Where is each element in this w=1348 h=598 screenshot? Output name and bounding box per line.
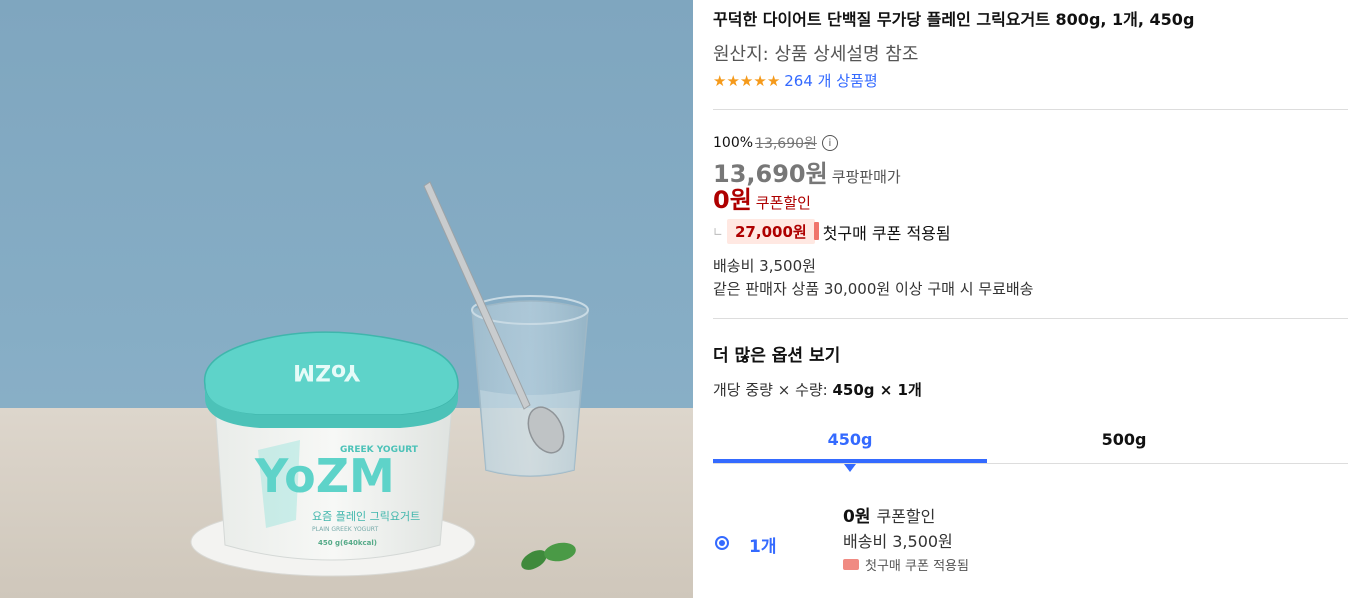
tab-500g[interactable]: 500g	[987, 420, 1261, 463]
divider	[713, 318, 1348, 319]
coupon-tag-icon	[843, 559, 859, 570]
divider	[713, 109, 1348, 110]
tab-450g[interactable]: 450g	[713, 420, 987, 472]
tab-label: 500g	[1101, 430, 1147, 449]
option-label-value: 450g × 1개	[832, 381, 922, 399]
option-price-line: 0원 쿠폰할인	[843, 502, 935, 527]
option-label-prefix: 개당 중량 × 수량:	[713, 381, 833, 399]
original-price: 13,690원	[755, 136, 817, 152]
product-photo: YoZM GREEK YOGURT YoZM 요즘 플레인 그릭요거트 PLAI…	[0, 181, 693, 598]
sale-price-label: 쿠팡판매가	[831, 168, 901, 186]
discount-line: 100% 13,690원 i	[713, 133, 838, 153]
tab-label: 450g	[827, 430, 873, 449]
caret-down-icon	[844, 464, 856, 472]
info-icon[interactable]: i	[821, 135, 838, 151]
yogurt-container: YoZM GREEK YOGURT YoZM 요즘 플레인 그릭요거트 PLAI…	[203, 331, 459, 561]
option-radio[interactable]	[715, 536, 729, 550]
brand-logo-text: YoZM	[254, 449, 395, 503]
option-price: 0원	[843, 507, 871, 527]
product-image[interactable]: YoZM GREEK YOGURT YoZM 요즘 플레인 그릭요거트 PLAI…	[0, 0, 693, 598]
rating-row: ★ ★ ★ ★ ★ 264 개 상품평	[713, 70, 878, 91]
product-origin: 원산지: 상품 상세설명 참조	[713, 44, 919, 65]
lid-logo-text: YoZM	[293, 359, 361, 384]
star-icon: ★	[726, 71, 740, 90]
shipping-fee: 배송비 3,500원	[713, 257, 816, 275]
label-sub: PLAIN GREEK YOGURT	[312, 526, 378, 533]
label-korean: 요즘 플레인 그릭요거트	[312, 510, 420, 523]
more-options-title: 더 많은 옵션 보기	[713, 346, 841, 366]
option-price-label: 쿠폰할인	[876, 507, 936, 526]
coupon-price-label: 쿠폰할인	[755, 194, 811, 212]
star-icon: ★	[713, 71, 727, 90]
option-coupon-text: 첫구매 쿠폰 적용됨	[865, 559, 969, 574]
first-purchase-coupon: ∟ 27,000원 첫구매 쿠폰 적용됨	[713, 219, 951, 244]
coupon-amount-tag: 27,000원	[727, 219, 819, 244]
product-info-panel: 꾸덕한 다이어트 단백질 무가당 플레인 그릭요거트 800g, 1개, 450…	[713, 0, 1348, 598]
option-row[interactable]: 1개 0원 쿠폰할인 배송비 3,500원 첫구매 쿠폰 적용됨	[713, 500, 1348, 580]
product-title: 꾸덕한 다이어트 단백질 무가당 플레인 그릭요거트 800g, 1개, 450…	[713, 10, 1195, 29]
free-shipping-note: 같은 판매자 상품 30,000원 이상 구매 시 무료배송	[713, 280, 1034, 298]
weight-tabs: 450g 500g	[713, 420, 1348, 472]
label-weight: 450 g(640kcal)	[318, 539, 377, 547]
review-count-link[interactable]: 264 개 상품평	[784, 70, 877, 91]
discount-percent: 100%	[713, 135, 754, 151]
option-shipping: 배송비 3,500원	[843, 532, 953, 551]
product-page: YoZM GREEK YOGURT YoZM 요즘 플레인 그릭요거트 PLAI…	[0, 0, 1348, 598]
coupon-price: 0원	[713, 186, 752, 214]
option-qty[interactable]: 1개	[749, 532, 776, 557]
option-label: 개당 중량 × 수량: 450g × 1개	[713, 379, 922, 400]
coupon-applied-text: 첫구매 쿠폰 적용됨	[822, 223, 951, 243]
option-coupon: 첫구매 쿠폰 적용됨	[843, 555, 969, 574]
rating-stars: ★ ★ ★ ★ ★	[713, 72, 780, 90]
star-icon: ★	[739, 71, 754, 90]
star-icon: ★	[753, 71, 767, 90]
star-icon: ★	[766, 71, 781, 90]
coupon-price-line: 0원 쿠폰할인	[713, 180, 811, 215]
branch-icon: ∟	[713, 224, 724, 239]
